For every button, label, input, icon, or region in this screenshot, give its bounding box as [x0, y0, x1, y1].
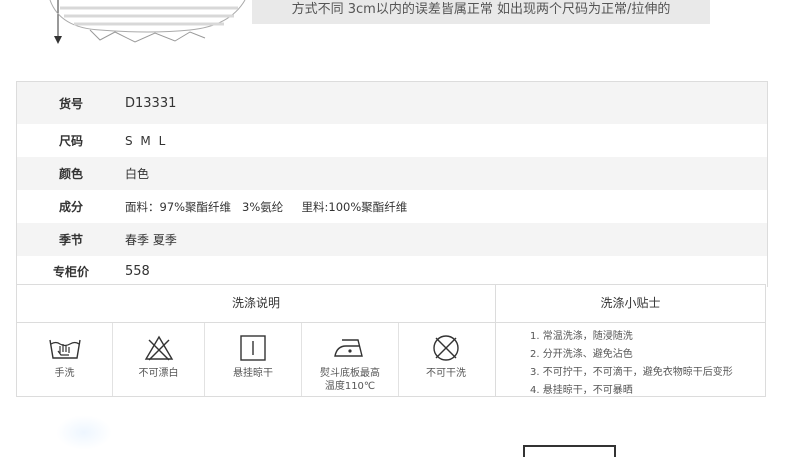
spec-table: 货号 D13331 尺码 S M L 颜色 白色 成分 面料：97%聚酯纤维 3…: [16, 81, 768, 287]
tip-item: 2. 分开洗涤、避免沾色: [530, 349, 633, 360]
spec-row-item-no: 货号 D13331: [17, 82, 767, 124]
care-item-iron: 熨斗底板最高温度110℃: [302, 323, 399, 396]
spec-row-size: 尺码 S M L: [17, 124, 767, 157]
skirt-measure-illustration: [40, 0, 250, 48]
spec-value: D13331: [125, 95, 177, 111]
care-label: 手洗: [54, 368, 75, 379]
spec-label: 尺码: [58, 134, 83, 148]
care-label: 不可漂白: [138, 368, 179, 379]
care-section: 洗涤说明 手洗 不可漂白 悬挂晾干 熨斗底板最高温度110℃ 不可干洗 洗涤小贴…: [16, 284, 766, 397]
wash-instructions: 洗涤说明 手洗 不可漂白 悬挂晾干 熨斗底板最高温度110℃ 不可干洗: [17, 285, 496, 396]
hang-dry-icon: [240, 335, 266, 361]
spec-row-material: 成分 面料：97%聚酯纤维 3%氨纶 里料:100%聚酯纤维: [17, 190, 767, 223]
size-note: 方式不同 3cm以内的误差皆属正常 如出现两个尺码为正常/拉伸的: [252, 0, 710, 24]
care-label: 不可干洗: [426, 368, 466, 379]
hand-wash-icon: [48, 339, 81, 359]
care-item-no-dry-clean: 不可干洗: [399, 323, 493, 396]
bottom-frame-fragment: [523, 445, 616, 457]
tip-item: 4. 悬挂晾干，不可暴晒: [530, 385, 633, 396]
spec-row-season: 季节 春季 夏季: [17, 223, 767, 256]
wash-header: 洗涤说明: [17, 285, 495, 323]
tip-item: 1. 常温洗涤，随浸随洗: [530, 331, 633, 342]
wash-tips: 洗涤小贴士 1. 常温洗涤，随浸随洗 2. 分开洗涤、避免沾色 3. 不可拧干，…: [496, 285, 765, 396]
care-item-hang-dry: 悬挂晾干: [205, 323, 302, 396]
no-dry-clean-icon: [433, 335, 459, 361]
iron-icon: [334, 339, 363, 357]
care-item-no-bleach: 不可漂白: [113, 323, 205, 396]
spec-value: 春季 夏季: [125, 233, 177, 247]
tip-item: 3. 不可拧干，不可滴干，避免衣物晾干后变形: [530, 367, 733, 378]
care-label: 熨斗底板最高温度110℃: [320, 368, 380, 392]
spec-label: 成分: [58, 200, 83, 214]
spec-label: 专柜价: [52, 265, 89, 279]
spec-row-price: 专柜价 558: [17, 256, 767, 287]
spec-value: 白色: [125, 167, 150, 181]
care-label: 悬挂晾干: [233, 368, 273, 379]
tips-header: 洗涤小贴士: [496, 285, 765, 323]
spec-label: 货号: [58, 96, 83, 111]
spec-row-color: 颜色 白色: [17, 157, 767, 190]
spec-value: S M L: [125, 133, 168, 148]
bottom-image-fragment: [56, 415, 112, 450]
spec-label: 季节: [58, 233, 83, 247]
spec-value: 面料：97%聚酯纤维 3%氨纶 里料:100%聚酯纤维: [125, 199, 408, 214]
spec-label: 颜色: [58, 167, 83, 181]
no-bleach-icon: [144, 335, 173, 361]
care-item-hand-wash: 手洗: [17, 323, 113, 396]
spec-value: 558: [125, 264, 150, 279]
